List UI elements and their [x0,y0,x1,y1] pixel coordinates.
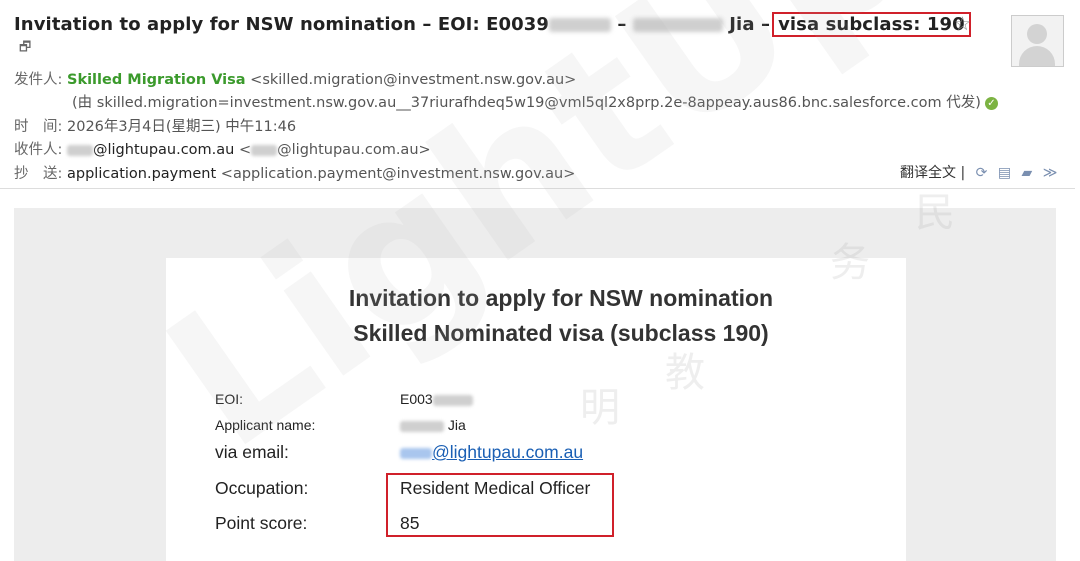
applicant-value-wrap: Jia [400,417,466,433]
subject-dash: – [617,14,627,35]
subject-dash-2: – [760,14,771,35]
avatar-body-shape [1019,46,1055,66]
subject-name: Jia [729,14,755,35]
cc-address: <application.payment@investment.nsw.gov.… [220,166,576,182]
translate-button[interactable]: 翻译全文 [900,165,956,181]
to-address-open: < [238,142,252,158]
email-value-wrap: @lightupau.com.au [400,442,583,463]
avatar-head-shape [1027,24,1047,44]
subject-prefix: Invitation to apply for NSW nomination –… [14,14,550,35]
to-address: @lightupau.com.au> [277,142,431,158]
cc-row: 抄 送: application.payment <application.pa… [14,162,575,183]
note-icon[interactable]: ▤ [998,165,1011,181]
cc-label: 抄 送: [14,166,63,182]
time-label: 时 间: [14,119,63,135]
eoi-label: EOI: [215,391,244,407]
redacted-to-user [67,144,93,156]
redacted-to-address [251,144,278,156]
letter-title-line1: Invitation to apply for NSW nomination [348,285,774,311]
header-divider [0,188,1075,189]
toolbar-separator: | [960,165,966,181]
occupation-points-highlight [386,473,614,537]
eoi-value-wrap: E003 [400,391,473,407]
occupation-label: Occupation: [215,478,309,498]
letter-title-line2: Skilled Nominated visa (subclass 190) [353,320,769,346]
applicant-email-link[interactable]: @lightupau.com.au [432,442,583,462]
star-icon[interactable]: ☆ [954,13,971,35]
to-value[interactable]: @lightupau.com.au [93,142,234,158]
more-chevron-icon[interactable]: ≫ [1043,165,1058,181]
redacted-eoi [549,18,612,32]
nomination-letter: Invitation to apply for NSW nomination S… [166,258,906,561]
verified-check-icon: ✓ [984,96,998,110]
refresh-icon[interactable]: ⟳ [976,165,988,181]
time-row: 时 间: 2026年3月4日(星期三) 中午11:46 [14,115,296,136]
from-row: 发件人: Skilled Migration Visa <skilled.mig… [14,68,576,89]
sender-avatar [1011,15,1064,67]
email-subject: Invitation to apply for NSW nomination –… [14,12,971,37]
time-value: 2026年3月4日(星期三) 中午11:46 [67,119,297,135]
eoi-value: E003 [400,391,433,407]
subclass-highlight: visa subclass: 190 [772,12,971,37]
email-body: Invitation to apply for NSW nomination S… [14,208,1056,561]
applicant-value: Jia [447,417,466,433]
cc-name[interactable]: application.payment [67,166,216,182]
email-label: via email: [215,442,289,462]
email-header: Invitation to apply for NSW nomination –… [0,0,1080,190]
to-label: 收件人: [14,142,63,158]
redacted-applicant-name [400,420,444,432]
on-behalf-row: (由 skilled.migration=investment.nsw.gov.… [72,91,998,112]
from-label: 发件人: [14,72,63,88]
applicant-label: Applicant name: [215,417,316,433]
redacted-eoi-number [432,394,473,406]
points-label: Point score: [215,513,308,533]
subject-subclass: visa subclass: 190 [778,14,965,35]
on-behalf-text: (由 skilled.migration=investment.nsw.gov.… [72,95,981,111]
sender-name-link[interactable]: Skilled Migration Visa [67,72,246,88]
sender-address: <skilled.migration@investment.nsw.gov.au… [250,72,577,88]
popout-window-icon[interactable]: 🗗 [19,38,31,60]
email-toolbar: 翻译全文 | ⟳ ▤ ▰ ≫ [900,162,1057,182]
redacted-email-user [400,447,432,459]
print-icon[interactable]: ▰ [1022,165,1033,181]
redacted-name [632,18,723,32]
to-row: 收件人: @lightupau.com.au < @lightupau.com.a… [14,138,431,159]
